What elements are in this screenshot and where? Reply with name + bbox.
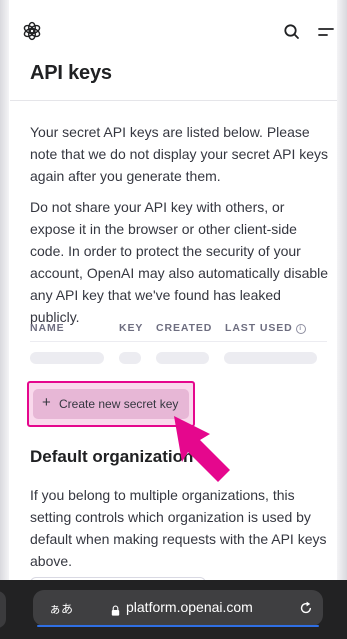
browser-toolbar: ぁあ platform.openai.com [0, 580, 347, 639]
column-last-used-label: LAST USED [225, 322, 293, 334]
search-icon[interactable] [281, 21, 303, 43]
table-divider [30, 341, 327, 342]
create-button-label: Create new secret key [59, 397, 179, 411]
loading-placeholder-name [30, 352, 104, 364]
column-last-used: LAST USED i [225, 322, 306, 334]
loading-placeholder-created [156, 352, 209, 364]
column-name: NAME [30, 322, 65, 334]
page-settings-button[interactable]: ぁあ [49, 600, 73, 617]
column-created: CREATED [156, 322, 213, 334]
intro-text: Your secret API keys are listed below. P… [30, 124, 329, 184]
top-navigation [10, 10, 337, 54]
reload-icon[interactable] [298, 600, 314, 616]
page-frame: API keys Your secret API keys are listed… [0, 0, 347, 639]
address-bar[interactable]: ぁあ platform.openai.com [33, 590, 323, 626]
lock-icon [111, 603, 120, 616]
loading-placeholder-key [119, 352, 141, 364]
left-edge [0, 0, 9, 639]
keys-table-header: NAME KEY CREATED LAST USED i [30, 322, 330, 338]
default-organization-title: Default organization [30, 447, 194, 466]
default-organization-description: If you belong to multiple organizations,… [30, 487, 327, 569]
page-load-indicator [37, 625, 319, 627]
column-key: KEY [119, 322, 144, 334]
pointer-arrow-icon [170, 414, 232, 490]
page-title: API keys [30, 62, 112, 84]
loading-placeholder-last-used [224, 352, 317, 364]
create-new-secret-key-button[interactable]: + Create new secret key [33, 389, 189, 419]
info-icon[interactable]: i [295, 324, 306, 334]
header-divider [10, 100, 337, 101]
plus-icon: + [42, 394, 51, 411]
previous-tab-preview[interactable] [0, 591, 6, 628]
warning-text: Do not share your API key with others, o… [30, 199, 329, 325]
url-text[interactable]: platform.openai.com [126, 599, 253, 615]
openai-logo-icon[interactable] [21, 20, 43, 42]
menu-icon[interactable] [315, 21, 337, 43]
right-edge [337, 0, 347, 639]
